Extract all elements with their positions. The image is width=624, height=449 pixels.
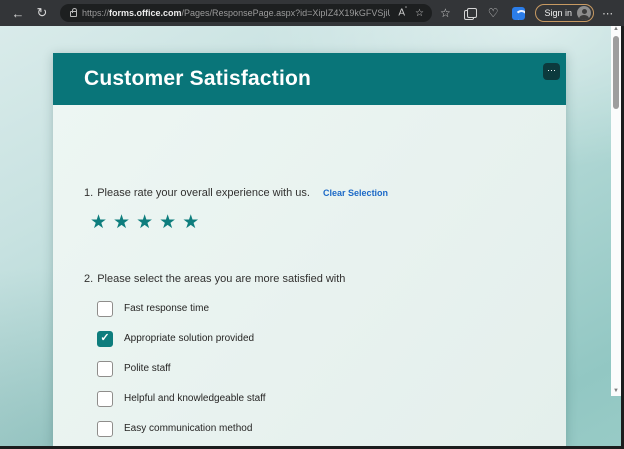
checkbox-option[interactable]: ✓ Helpful and knowledgeable staff (97, 390, 317, 407)
read-aloud-icon[interactable]: A” (398, 7, 407, 18)
star-icon[interactable]: ★ (159, 212, 176, 234)
question-1-text: Please rate your overall experience with… (97, 187, 310, 199)
browser-essentials-icon[interactable]: ♡ (488, 7, 499, 19)
form-menu-button[interactable]: ⋯ (543, 63, 560, 80)
checkbox[interactable]: ✓ (97, 420, 113, 437)
profile-avatar (577, 6, 592, 20)
toolbar-icons: ☆ ♡ (440, 6, 525, 20)
question-2: 2. Please select the areas you are more s… (84, 273, 345, 285)
question-1-number: 1. (84, 187, 94, 199)
page-scrollbar[interactable]: ▲ ▼ (611, 24, 621, 396)
scrollbar-thumb[interactable] (613, 36, 619, 109)
checkbox-label: Helpful and knowledgeable staff (124, 393, 266, 404)
more-menu-icon[interactable]: ⋯ (602, 7, 613, 20)
checkbox[interactable]: ✓ (97, 390, 113, 407)
clear-selection-button[interactable]: Clear Selection (323, 188, 388, 198)
forms-page-background: Customer Satisfaction ⋯ 1. Please rate yo… (0, 26, 624, 449)
form-title: Customer Satisfaction (84, 67, 312, 90)
address-bar[interactable]: https://forms.office.com/Pages/ResponseP… (60, 4, 432, 22)
lock-icon (70, 8, 77, 17)
question-2-number: 2. (84, 273, 94, 285)
checkbox-option[interactable]: ✓ Appropriate solution provided (97, 330, 317, 347)
form-body: 1. Please rate your overall experience wi… (53, 105, 566, 446)
star-rating[interactable]: ★ ★ ★ ★ ★ (90, 212, 199, 234)
checkbox-option[interactable]: ✓ Easy communication method (97, 420, 317, 437)
form-header: Customer Satisfaction ⋯ (53, 53, 566, 105)
sign-in-label: Sign in (544, 8, 573, 18)
checkbox-options: ✓ Fast response time ✓ Appropriate solut… (97, 300, 317, 449)
extension-icon[interactable] (511, 6, 525, 20)
checkbox-option[interactable]: ✓ Polite staff (97, 360, 317, 377)
browser-toolbar: ← ↻ https://forms.office.com/Pages/Respo… (0, 0, 624, 26)
star-icon[interactable]: ★ (90, 212, 107, 234)
checkbox-label: Fast response time (124, 303, 210, 314)
question-1: 1. Please rate your overall experience wi… (84, 187, 388, 199)
check-icon: ✓ (100, 332, 110, 344)
star-icon[interactable]: ★ (113, 212, 130, 234)
checkbox-label: Appropriate solution provided (124, 333, 255, 344)
checkbox[interactable]: ✓ (97, 360, 113, 377)
back-icon[interactable]: ← (6, 6, 30, 21)
favorites-icon[interactable]: ☆ (440, 7, 451, 19)
question-2-text: Please select the areas you are more sat… (97, 273, 346, 285)
form-card: Customer Satisfaction ⋯ 1. Please rate yo… (53, 53, 566, 446)
url-path: /Pages/ResponsePage.aspx?id=XipIZ4X19kGF… (181, 8, 391, 18)
scroll-down-icon[interactable]: ▼ (613, 386, 619, 396)
checkbox-label: Polite staff (124, 363, 171, 374)
url-domain: forms.office.com (109, 8, 182, 18)
sign-in-button[interactable]: Sign in (534, 4, 595, 22)
checkbox-option[interactable]: ✓ Fast response time (97, 300, 317, 317)
url-text: https://forms.office.com/Pages/ResponseP… (82, 8, 390, 18)
star-icon[interactable]: ★ (136, 212, 153, 234)
browser-window: ← ↻ https://forms.office.com/Pages/Respo… (0, 0, 624, 449)
url-scheme: https:// (82, 8, 110, 18)
checkbox[interactable]: ✓ (97, 330, 113, 347)
checkbox-label: Easy communication method (124, 423, 253, 434)
checkbox[interactable]: ✓ (97, 300, 113, 317)
refresh-icon[interactable]: ↻ (30, 5, 54, 21)
star-icon[interactable]: ★ (182, 212, 199, 234)
add-favorite-icon[interactable]: ☆ (415, 8, 424, 19)
collections-icon[interactable] (463, 7, 477, 20)
